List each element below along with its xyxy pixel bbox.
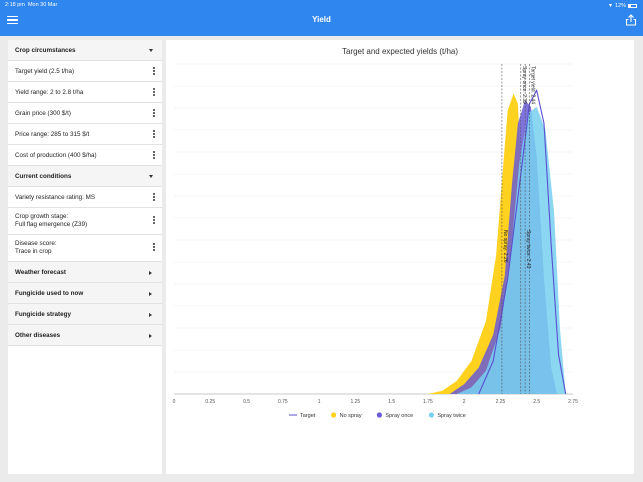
wifi-icon: ▾ bbox=[608, 3, 612, 9]
legend-swatch bbox=[376, 412, 382, 418]
app-header: 2:18 pm Mon 30 Mar ▾ 12% Yield bbox=[0, 0, 643, 36]
section-title: Crop circumstances bbox=[15, 47, 76, 54]
chevron-down-icon bbox=[149, 49, 153, 52]
x-tick-label: 1.5 bbox=[388, 399, 395, 405]
section-weather-forecast[interactable]: Weather forecast bbox=[8, 262, 162, 283]
section-title: Other diseases bbox=[15, 332, 61, 339]
section-current-conditions[interactable]: Current conditions bbox=[8, 166, 162, 187]
more-options-icon[interactable] bbox=[152, 151, 156, 161]
marker-label: Spray once: 2.39 bbox=[521, 66, 527, 104]
chevron-right-icon bbox=[149, 333, 152, 338]
setting-label: Trace in crop bbox=[15, 248, 52, 255]
marker-label: No spray: 2.26 bbox=[502, 230, 508, 263]
setting-item[interactable]: Cost of production (400 $/ha) bbox=[8, 145, 162, 166]
setting-label: Full flag emergence (Z39) bbox=[15, 221, 88, 228]
more-options-icon[interactable] bbox=[152, 193, 156, 203]
section-other-diseases[interactable]: Other diseases bbox=[8, 325, 162, 346]
share-icon[interactable] bbox=[625, 14, 637, 26]
setting-label: Variety resistance rating: MS bbox=[15, 194, 96, 201]
setting-item[interactable]: Target yield (2.5 t/ha) bbox=[8, 61, 162, 82]
marker-label: Target yield: 2.44 bbox=[529, 66, 535, 104]
x-tick-label: 0.5 bbox=[243, 399, 250, 405]
chevron-right-icon bbox=[149, 270, 152, 275]
battery-percent: 12% bbox=[614, 3, 626, 9]
legend-label: No spray bbox=[340, 413, 362, 419]
setting-label: Target yield (2.5 t/ha) bbox=[15, 68, 75, 75]
legend-item-target[interactable]: Target bbox=[289, 413, 316, 419]
legend-item-spray-twice[interactable]: Spray twice bbox=[428, 412, 466, 419]
chevron-down-icon bbox=[149, 175, 153, 178]
setting-label: Yield range: 2 to 2.8 t/ha bbox=[15, 89, 84, 96]
section-crop-circumstances[interactable]: Crop circumstances bbox=[8, 40, 162, 61]
setting-label: Grain price (300 $/t) bbox=[15, 110, 71, 117]
x-tick-label: 1 bbox=[318, 399, 321, 405]
legend-item-no-spray[interactable]: No spray bbox=[331, 412, 362, 419]
more-options-icon[interactable] bbox=[152, 67, 156, 77]
more-options-icon[interactable] bbox=[152, 216, 156, 226]
legend-item-spray-once[interactable]: Spray once bbox=[376, 412, 413, 419]
x-tick-label: 2 bbox=[463, 399, 466, 405]
x-tick-label: 1.25 bbox=[350, 399, 360, 405]
setting-label: Crop growth stage: bbox=[15, 213, 69, 220]
yield-chart: 0 0.25 0.5 0.75 1 1.25 1.5 1.75 2 2.25 2.5 2.75 No s… bbox=[173, 63, 578, 419]
legend-label: Target bbox=[300, 413, 316, 419]
legend-swatch bbox=[428, 412, 434, 418]
more-options-icon[interactable] bbox=[152, 243, 156, 253]
page-title: Yield bbox=[312, 15, 331, 24]
x-tick-label: 0.25 bbox=[205, 399, 215, 405]
battery-icon bbox=[628, 3, 637, 8]
chevron-right-icon bbox=[149, 291, 152, 296]
setting-label: Cost of production (400 $/ha) bbox=[15, 152, 97, 159]
setting-item[interactable]: Price range: 285 to 315 $/t bbox=[8, 124, 162, 145]
status-indicators: ▾ 12% bbox=[609, 2, 637, 9]
x-tick-label: 0.75 bbox=[278, 399, 288, 405]
x-tick-label: 2.25 bbox=[496, 399, 506, 405]
setting-item[interactable]: Disease score: Trace in crop bbox=[8, 235, 162, 262]
legend-swatch bbox=[331, 412, 337, 418]
chevron-right-icon bbox=[149, 312, 152, 317]
setting-item[interactable]: Yield range: 2 to 2.8 t/ha bbox=[8, 82, 162, 103]
section-title: Weather forecast bbox=[15, 269, 66, 276]
status-time-date: 2:18 pm Mon 30 Mar bbox=[5, 2, 58, 8]
section-title: Fungicide strategy bbox=[15, 311, 71, 318]
setting-label: Price range: 285 to 315 $/t bbox=[15, 131, 90, 138]
status-bar: 2:18 pm Mon 30 Mar ▾ 12% bbox=[0, 0, 643, 10]
settings-sidebar: Crop circumstances Target yield (2.5 t/ha… bbox=[8, 40, 162, 474]
chart-panel: Target and expected yields (t/ha) 0 0.25 0… bbox=[166, 40, 634, 474]
section-fungicide-used-to-now[interactable]: Fungicide used to now bbox=[8, 283, 162, 304]
more-options-icon[interactable] bbox=[152, 130, 156, 140]
legend-label: Spray once bbox=[385, 413, 413, 419]
more-options-icon[interactable] bbox=[152, 88, 156, 98]
x-tick-label: 0 bbox=[173, 399, 176, 405]
x-tick-label: 2.5 bbox=[533, 399, 540, 405]
section-title: Current conditions bbox=[15, 173, 72, 180]
setting-item[interactable]: Crop growth stage: Full flag emergence (Z… bbox=[8, 208, 162, 235]
x-tick-label: 1.75 bbox=[423, 399, 433, 405]
setting-item[interactable]: Grain price (300 $/t) bbox=[8, 103, 162, 124]
marker-label: Spray twice: 2.43 bbox=[525, 230, 531, 269]
section-title: Fungicide used to now bbox=[15, 290, 84, 297]
section-fungicide-strategy[interactable]: Fungicide strategy bbox=[8, 304, 162, 325]
setting-item[interactable]: Variety resistance rating: MS bbox=[8, 187, 162, 208]
legend-label: Spray twice bbox=[437, 413, 465, 419]
setting-label: Disease score: bbox=[15, 240, 57, 247]
x-tick-label: 2.75 bbox=[568, 399, 578, 405]
more-options-icon[interactable] bbox=[152, 109, 156, 119]
